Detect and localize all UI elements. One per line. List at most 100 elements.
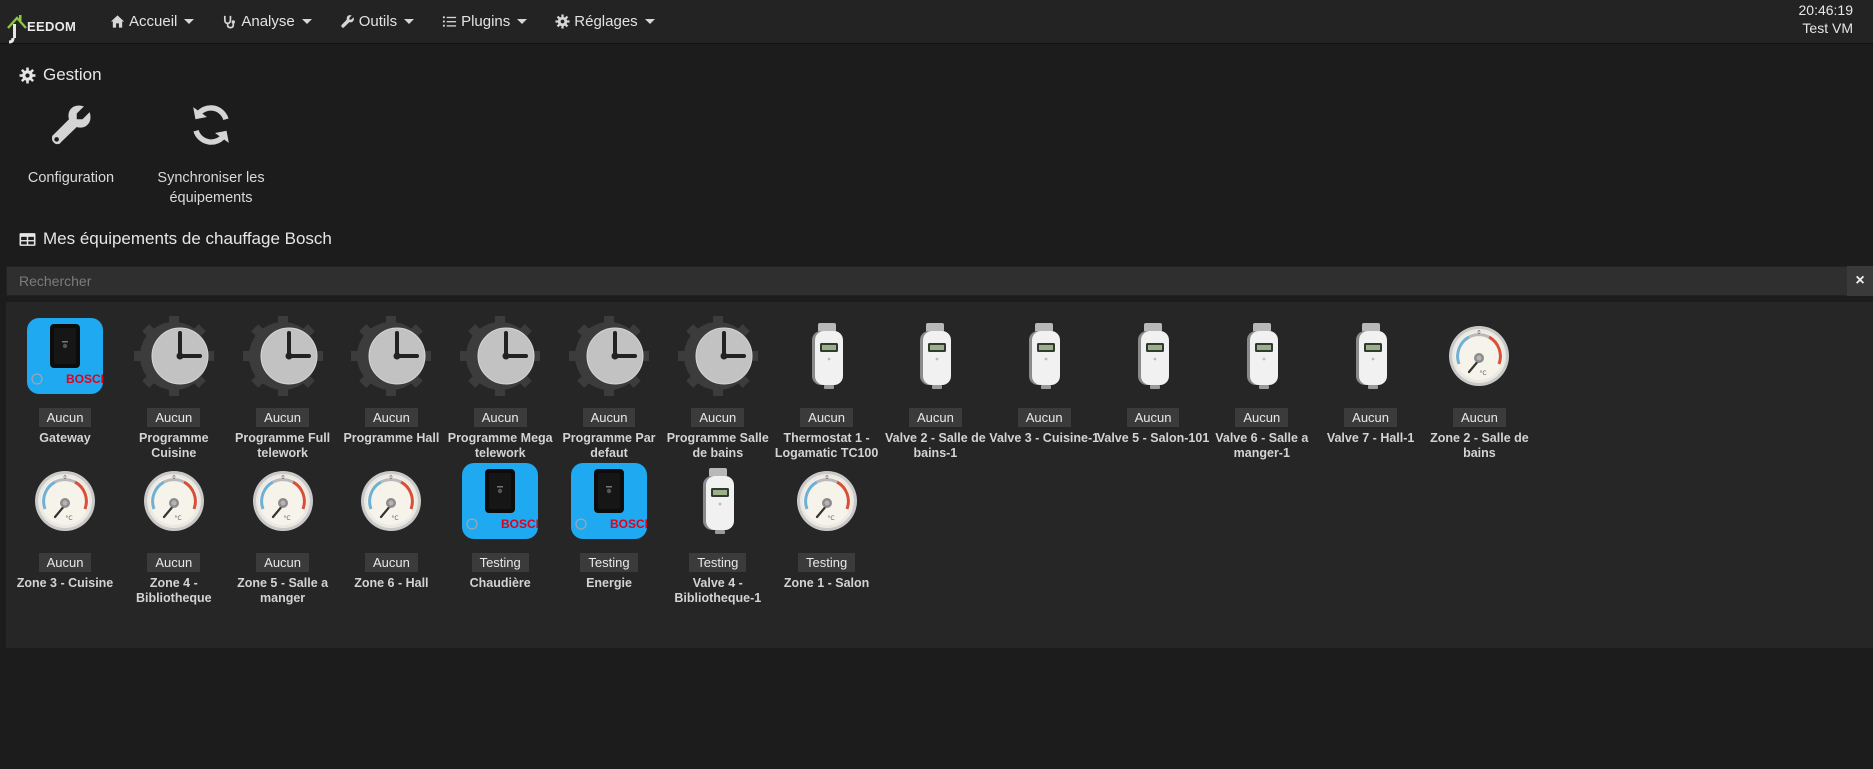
synchronize-button[interactable]: Synchroniser les équipements (139, 98, 283, 208)
device-card[interactable]: Aucun Programme Full telework (224, 314, 342, 461)
device-card[interactable]: Aucun Programme Cuisine (115, 314, 233, 461)
device-status-badge: Aucun (582, 408, 636, 427)
device-card[interactable]: Testing Valve 4 - Bibliotheque-1 (659, 459, 777, 606)
clock-display: 20:46:19 Test VM (1799, 1, 1854, 37)
device-name: Valve 5 - Salon-101 (1096, 431, 1210, 445)
svg-text:0: 0 (172, 475, 175, 481)
device-name: Gateway (39, 431, 91, 445)
device-status-badge: Aucun (691, 408, 745, 427)
radiator-valve-icon (985, 314, 1103, 398)
device-name: Programme Cuisine (139, 431, 209, 460)
nav-analyse[interactable]: Analyse (208, 0, 325, 44)
svg-text:°C: °C (1480, 370, 1487, 377)
configuration-button[interactable]: Configuration (19, 98, 123, 208)
device-status-badge: Aucun (38, 553, 92, 572)
device-status-badge: Aucun (256, 408, 310, 427)
device-card[interactable]: Aucun Programme Hall (332, 314, 450, 446)
svg-text:0: 0 (63, 475, 66, 481)
chevron-down-icon (644, 19, 655, 24)
schedule-clock-icon (441, 314, 559, 398)
host-name: Test VM (1802, 20, 1853, 36)
device-card[interactable]: BOSCH Testing Energie (550, 459, 668, 591)
device-card[interactable]: Aucun Programme Par defaut (550, 314, 668, 461)
device-name: Thermostat 1 - Logamatic TC100 (774, 431, 879, 460)
device-status-badge: Aucun (256, 553, 310, 572)
device-card[interactable]: Aucun Valve 7 - Hall-1 (1312, 314, 1430, 446)
nav-accueil[interactable]: Accueil (96, 0, 208, 44)
device-name: Valve 4 - Bibliotheque-1 (674, 576, 762, 605)
device-card[interactable]: BOSCH Aucun Gateway (6, 314, 124, 446)
svg-text:°C: °C (283, 515, 290, 522)
device-name: Zone 1 - Salon (783, 576, 870, 590)
radiator-valve-icon (1203, 314, 1321, 398)
device-card[interactable]: 0 °C Aucun Zone 4 - Bibliotheque (115, 459, 233, 606)
device-name: Programme Mega telework (447, 431, 553, 460)
table-icon (19, 232, 36, 246)
device-name: Energie (586, 576, 632, 590)
bosch-gateway-icon: BOSCH (6, 314, 124, 398)
svg-text:BOSCH: BOSCH (66, 372, 103, 386)
device-name: Valve 6 - Salle a manger-1 (1215, 431, 1309, 460)
clock-time: 20:46:19 (1798, 2, 1854, 18)
device-status-badge: Aucun (800, 408, 854, 427)
svg-text:0: 0 (1478, 330, 1481, 336)
nav-outils-label: Outils (358, 13, 398, 30)
device-card[interactable]: Aucun Thermostat 1 - Logamatic TC100 (768, 314, 886, 461)
chevron-down-icon (184, 19, 195, 24)
device-card[interactable]: 0 °C Aucun Zone 2 - Salle de bains (1420, 314, 1538, 461)
device-status-badge: Aucun (1235, 408, 1289, 427)
device-status-badge: Aucun (147, 408, 201, 427)
device-name: Zone 2 - Salle de bains (1430, 431, 1529, 460)
device-card[interactable]: 0 °C Aucun Zone 6 - Hall (332, 459, 450, 591)
nav-reglages[interactable]: Réglages (541, 0, 668, 44)
device-card[interactable]: Aucun Valve 2 - Salle de bains-1 (876, 314, 994, 461)
device-status-badge: Aucun (1344, 408, 1398, 427)
device-status-badge: Aucun (147, 553, 201, 572)
device-card[interactable]: Aucun Valve 3 - Cuisine-1 (985, 314, 1103, 446)
gear-icon (19, 67, 36, 83)
clear-search-button[interactable]: × (1847, 266, 1873, 296)
device-status-badge: Aucun (364, 408, 418, 427)
device-name: Programme Full telework (235, 431, 331, 460)
thermometer-gauge-icon: 0 °C (6, 459, 124, 543)
device-card[interactable]: Aucun Valve 6 - Salle a manger-1 (1203, 314, 1321, 461)
device-status-badge: Aucun (908, 408, 962, 427)
thermometer-gauge-icon: 0 °C (115, 459, 233, 543)
nav-outils[interactable]: Outils (326, 0, 428, 44)
schedule-clock-icon (332, 314, 450, 398)
device-status-badge: Aucun (38, 408, 92, 427)
device-name: Chaudière (469, 576, 531, 590)
device-name: Valve 3 - Cuisine-1 (989, 431, 1100, 445)
house-logo-icon (7, 14, 27, 43)
list-icon (443, 16, 457, 27)
device-card[interactable]: Aucun Programme Salle de bains (659, 314, 777, 461)
device-card[interactable]: Aucun Programme Mega telework (441, 314, 559, 461)
device-card[interactable]: 0 °C Aucun Zone 5 - Salle a manger (224, 459, 342, 606)
device-card[interactable]: 0 °C Testing Zone 1 - Salon (768, 459, 886, 591)
thermometer-gauge-icon: 0 °C (332, 459, 450, 543)
synchronize-label: Synchroniser les équipements (157, 170, 265, 206)
device-name: Zone 6 - Hall (354, 576, 429, 590)
search-bar: × (6, 266, 1873, 296)
device-status-badge: Testing (797, 553, 856, 572)
wrench-icon (51, 105, 91, 145)
radiator-valve-icon (1094, 314, 1212, 398)
gear-icon (555, 14, 570, 29)
nav-accueil-label: Accueil (129, 13, 178, 30)
jeedom-logo[interactable]: EEDOM (0, 0, 88, 44)
device-card[interactable]: BOSCH Testing Chaudière (441, 459, 559, 591)
thermometer-gauge-icon: 0 °C (1420, 314, 1538, 398)
nav-plugins[interactable]: Plugins (428, 0, 541, 44)
device-card[interactable]: 0 °C Aucun Zone 3 - Cuisine (6, 459, 124, 591)
chevron-down-icon (301, 19, 312, 24)
radiator-valve-icon (1312, 314, 1430, 398)
schedule-clock-icon (224, 314, 342, 398)
device-status-badge: Aucun (364, 553, 418, 572)
device-status-badge: Aucun (1452, 408, 1506, 427)
schedule-clock-icon (659, 314, 777, 398)
svg-text:BOSCH: BOSCH (501, 517, 538, 531)
search-input[interactable] (6, 266, 1847, 296)
device-card[interactable]: Aucun Valve 5 - Salon-101 (1094, 314, 1212, 446)
device-name: Zone 5 - Salle a manger (237, 576, 329, 605)
svg-text:0: 0 (390, 475, 393, 481)
